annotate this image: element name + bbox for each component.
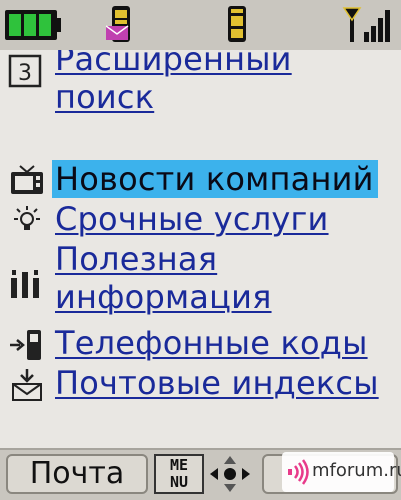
- menu-item-label-line2: информация: [55, 278, 272, 316]
- menu-item-label-line1: Расширенный: [55, 50, 292, 78]
- number-3-label: 3: [18, 61, 32, 86]
- menu-item-label: Срочные услуги: [55, 200, 329, 238]
- menu-item-postal-codes[interactable]: Почтовые индексы: [0, 364, 401, 404]
- softkey-center[interactable]: ME NU: [154, 454, 254, 494]
- menu-item-urgent-services[interactable]: Срочные услуги: [0, 200, 401, 240]
- battery-icon: [5, 10, 61, 40]
- menu-glyph: ME NU: [154, 454, 204, 494]
- info-bars-icon: [11, 270, 39, 298]
- phone-arrow-icon: [10, 330, 41, 360]
- menu-item-company-news[interactable]: Новости компаний: [0, 160, 401, 200]
- mail-download-icon: [12, 369, 42, 401]
- menu-item-advanced-search[interactable]: 3 Расширенный поиск: [0, 50, 401, 126]
- mms-icon: [228, 6, 246, 42]
- phone-screen: 3 Расширенный поиск Новости компаний Сро…: [0, 0, 401, 500]
- watermark: mforum.ru: [282, 452, 401, 492]
- menu-item-label-line2: поиск: [55, 78, 155, 116]
- menu-item-label: Почтовые индексы: [55, 364, 379, 402]
- menu-item-label: Телефонные коды: [55, 324, 368, 362]
- lamp-icon: [14, 206, 40, 230]
- menu-glyph-line2: NU: [169, 473, 189, 491]
- menu-item-phone-codes[interactable]: Телефонные коды: [0, 324, 401, 364]
- menu-item-useful-info[interactable]: Полезная информация: [0, 240, 401, 318]
- watermark-text: mforum.ru: [312, 460, 401, 481]
- menu-item-label: Новости компаний: [52, 160, 378, 198]
- menu-item-label-line1: Полезная: [55, 240, 218, 278]
- mforum-logo-icon: [288, 459, 309, 485]
- sms-icon: [106, 6, 130, 42]
- menu-glyph-line1: ME: [169, 456, 189, 474]
- number-3-icon: 3: [8, 54, 42, 88]
- signal-icon: [342, 7, 390, 42]
- menu-list: 3 Расширенный поиск Новости компаний Сро…: [0, 50, 401, 448]
- tv-icon: [11, 165, 43, 194]
- status-bar: [0, 0, 401, 50]
- softkey-left-mail[interactable]: Почта: [6, 454, 148, 494]
- navigation-joystick-icon: [210, 456, 250, 492]
